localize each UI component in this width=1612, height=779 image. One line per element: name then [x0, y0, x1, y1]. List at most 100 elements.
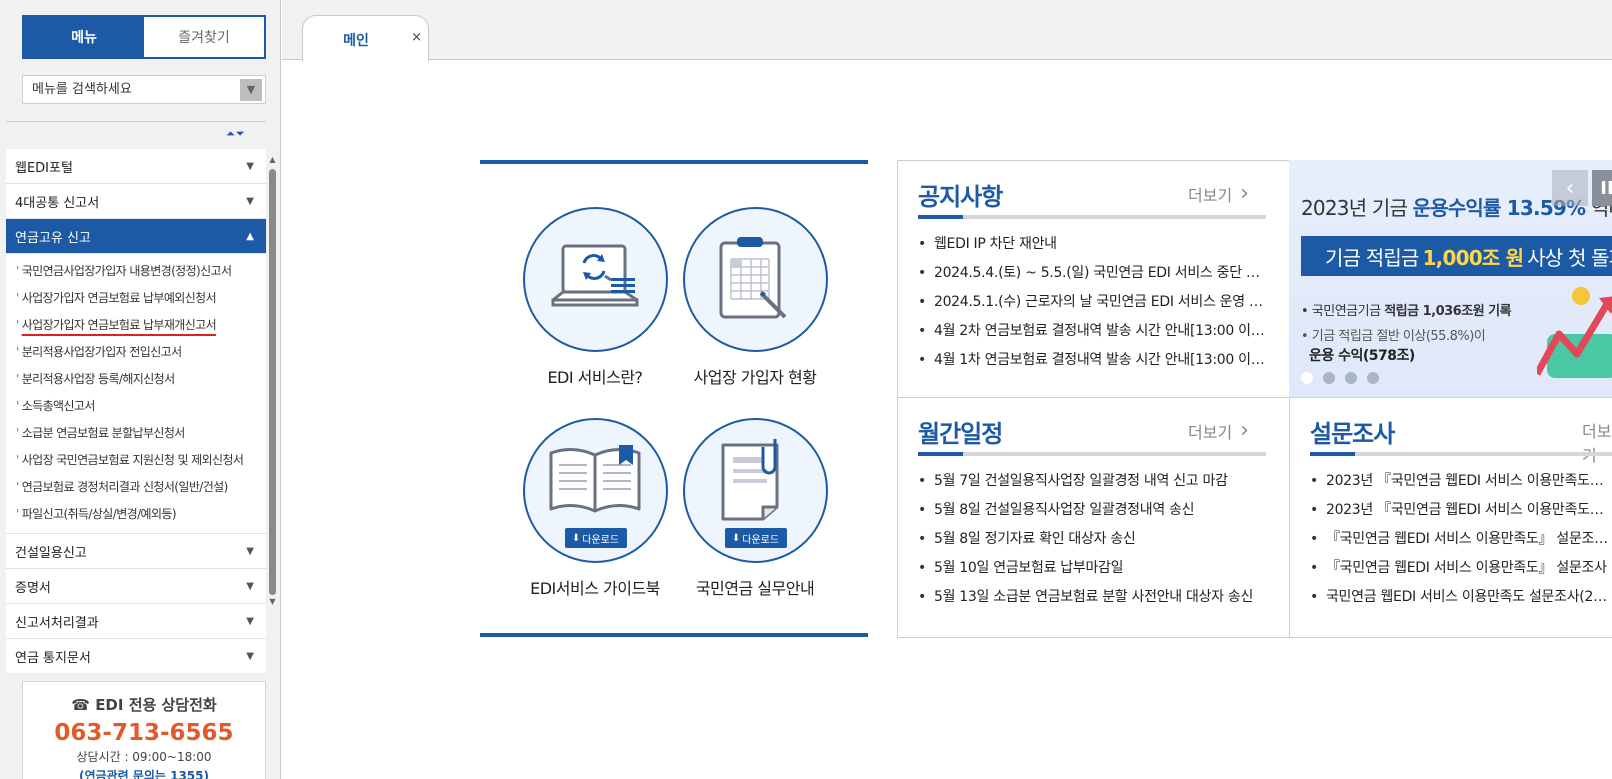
banner-bullet: 운용 수익(578조) [1309, 348, 1415, 364]
scroll-up-icon[interactable]: ▲ [267, 155, 278, 167]
chevron-down-icon: ▼ [246, 545, 254, 557]
list-item[interactable]: 5월 7일 건설일용직사업장 일괄경정 내역 신고 마감 [918, 470, 1268, 499]
service-label: 국민연금 실무안내 [695, 579, 815, 598]
download-icon: ⬇ [571, 532, 581, 544]
list-item[interactable]: 5월 8일 정기자료 확인 대상자 송신 [918, 528, 1268, 557]
tab-main[interactable]: 메인 × [302, 15, 429, 61]
tab-favorites[interactable]: 즐겨찾기 [144, 17, 264, 57]
menu-category-label: 연금고유 신고 [15, 230, 91, 246]
download-badge[interactable]: ⬇ 다운로드 [724, 528, 787, 548]
service-label: EDI 서비스란? [547, 368, 643, 387]
survey-more-link[interactable]: 더보기 [1582, 418, 1612, 466]
menu-item[interactable]: ' 소득총액신고서 [6, 392, 266, 419]
chevron-right-icon: › [1240, 181, 1249, 206]
list-item[interactable]: 5월 13일 소급분 연금보험료 분할 사전안내 대상자 송신 [918, 586, 1268, 615]
menu-item[interactable]: ' 분리적용사업장 등록/해지신청서 [6, 365, 266, 392]
list-item[interactable]: 2024.5.4.(토) ~ 5.5.(일) 국민연금 EDI 서비스 중단 안… [918, 262, 1268, 291]
expand-all-icon[interactable]: ⏷ [236, 128, 245, 140]
list-item[interactable]: 국민연금 웹EDI 서비스 이용만족도 설문조사(2021) [1310, 586, 1610, 615]
contact-note: (연금관련 문의는 1355) [78, 769, 209, 779]
growth-chart-icon [1537, 287, 1612, 378]
divider [918, 452, 1266, 456]
expand-collapse-controls: ⏶ ⏷ [226, 128, 245, 140]
list-item[interactable]: 5월 10일 연금보험료 납부마감일 [918, 557, 1268, 586]
menu-category-notices[interactable]: 연금 통지문서 ▼ [6, 639, 266, 673]
list-item[interactable]: 『국민연금 웹EDI 서비스 이용만족도』 설문조사 [1310, 557, 1610, 586]
menu-category-label: 증명서 [15, 580, 51, 596]
list-item[interactable]: 2024.5.1.(수) 근로자의 날 국민연금 EDI 서비스 운영 안내 [918, 291, 1268, 320]
banner-dot[interactable] [1323, 372, 1335, 384]
list-item[interactable]: 웹EDI IP 차단 재안내 [918, 233, 1268, 262]
menu-category-common-reports[interactable]: 4대공통 신고서 ▼ [6, 184, 266, 219]
collapse-all-icon[interactable]: ⏶ [226, 128, 235, 140]
list-item[interactable]: 4월 2차 연금보험료 결정내역 발송 시간 안내[13:00 이후] [918, 320, 1268, 349]
list-item[interactable]: 5월 8일 건설일용직사업장 일괄경정내역 송신 [918, 499, 1268, 528]
service-subscriber-status[interactable]: 사업장 가입자 현황 [680, 207, 830, 388]
schedule-title: 월간일정 [918, 420, 1003, 448]
service-label: EDI서비스 가이드북 [530, 579, 660, 598]
contact-box: ☎ EDI 전용 상담전화 063-713-6565 상담시간 : 09:00~… [22, 681, 266, 779]
list-item[interactable]: 『국민연금 웹EDI 서비스 이용만족도』 설문조사 결과 [1310, 528, 1610, 557]
sidebar-tabs: 메뉴 즐겨찾기 [22, 15, 266, 59]
banner-bullet: • 기금 적립금 절반 이상(55.8%)이 [1301, 329, 1486, 344]
service-circle [682, 207, 828, 352]
scroll-thumb[interactable] [269, 169, 276, 595]
list-item[interactable]: 2023년 『국민연금 웹EDI 서비스 이용만족도』 설문조사 [1310, 470, 1610, 499]
download-icon: ⬇ [731, 532, 741, 544]
menu-item[interactable]: ' 분리적용사업장가입자 전입신고서 [6, 338, 266, 365]
menu-search-input[interactable] [23, 76, 240, 103]
menu-item[interactable]: ' 사업장가입자 연금보험료 납부예외신청서 [6, 284, 266, 311]
list-item[interactable]: 4월 1차 연금보험료 결정내역 발송 시간 안내[13:00 이후] [918, 349, 1268, 378]
service-circle [522, 207, 668, 352]
menu-item[interactable]: ' 국민연금사업장가입자 내용변경(정정)신고서 [6, 257, 266, 284]
chevron-right-icon: › [1240, 418, 1249, 443]
sidebar-scrollbar[interactable]: ▲ ▼ [267, 155, 278, 667]
contact-title: ☎ EDI 전용 상담전화 [71, 696, 217, 714]
menu-category-results[interactable]: 신고서처리결과 ▼ [6, 604, 266, 639]
service-circle: ⬇ 다운로드 [682, 418, 828, 563]
menu-category-pension-reports[interactable]: 연금고유 신고 ▲ [6, 219, 266, 254]
download-badge[interactable]: ⬇ 다운로드 [564, 528, 627, 548]
service-edi-intro[interactable]: EDI 서비스란? [520, 207, 670, 388]
laptop-sync-icon [551, 244, 639, 306]
close-icon[interactable]: × [411, 30, 422, 45]
banner-pause-button[interactable]: II [1592, 170, 1612, 206]
service-circle: ⬇ 다운로드 [522, 418, 668, 563]
menu-category-certificates[interactable]: 증명서 ▼ [6, 569, 266, 604]
service-practice-guide[interactable]: ⬇ 다운로드 국민연금 실무안내 [680, 418, 830, 599]
banner-dot[interactable] [1367, 372, 1379, 384]
chevron-down-icon: ▼ [246, 160, 254, 172]
menu-submenu: ' 국민연금사업장가입자 내용변경(정정)신고서 ' 사업장가입자 연금보험료 납부… [6, 254, 266, 534]
menu-category-construction[interactable]: 건설일용신고 ▼ [6, 534, 266, 569]
chevron-down-icon: ▼ [246, 615, 254, 627]
menu-item[interactable]: ' 파일신고(취득/상실/변경/예외등) [6, 500, 266, 527]
banner-prev-button[interactable]: ‹ [1552, 170, 1588, 206]
banner-dot[interactable] [1301, 372, 1313, 384]
divider [918, 215, 1266, 219]
chevron-down-icon: ▼ [246, 580, 254, 592]
notice-title: 공지사항 [918, 183, 1003, 211]
survey-board: 설문조사 더보기 2023년 『국민연금 웹EDI 서비스 이용만족도』 설문조… [1289, 397, 1612, 638]
schedule-list: 5월 7일 건설일용직사업장 일괄경정 내역 신고 마감 5월 8일 건설일용직… [918, 470, 1268, 615]
tab-menu[interactable]: 메뉴 [24, 17, 144, 57]
menu-item[interactable]: ' 사업장 국민연금보험료 지원신청 및 제외신청서 [6, 446, 266, 473]
chevron-down-icon: ▼ [246, 195, 254, 207]
banner-dot[interactable] [1345, 372, 1357, 384]
service-guidebook[interactable]: ⬇ 다운로드 EDI서비스 가이드북 [520, 418, 670, 599]
tab-bar: 메인 × [282, 0, 1612, 61]
menu-item[interactable]: ' 소급분 연금보험료 분할납부신청서 [6, 419, 266, 446]
menu-category-web-edi-portal[interactable]: 웹EDI포털 ▼ [6, 149, 266, 184]
notice-more-link[interactable]: 더보기 › [1188, 181, 1249, 206]
notice-list: 웹EDI IP 차단 재안내 2024.5.4.(토) ~ 5.5.(일) 국민… [918, 233, 1268, 378]
chevron-down-icon: ▼ [246, 650, 254, 662]
schedule-more-link[interactable]: 더보기 › [1188, 418, 1249, 443]
dropdown-arrow-icon[interactable]: ▼ [240, 78, 262, 101]
survey-title: 설문조사 [1310, 420, 1395, 448]
chevron-up-icon: ▲ [246, 230, 254, 242]
scroll-down-icon[interactable]: ▼ [267, 597, 278, 609]
menu-item-payment-resume[interactable]: ' 사업장가입자 연금보험료 납부재개신고서 [6, 311, 266, 338]
open-book-icon [549, 444, 641, 512]
list-item[interactable]: 2023년 『국민연금 웹EDI 서비스 이용만족도』 설문조사 결과 [1310, 499, 1610, 528]
contact-hours: 상담시간 : 09:00~18:00 [76, 750, 212, 764]
menu-item[interactable]: ' 연금보험료 경정처리결과 신청서(일반/건설) [6, 473, 266, 500]
